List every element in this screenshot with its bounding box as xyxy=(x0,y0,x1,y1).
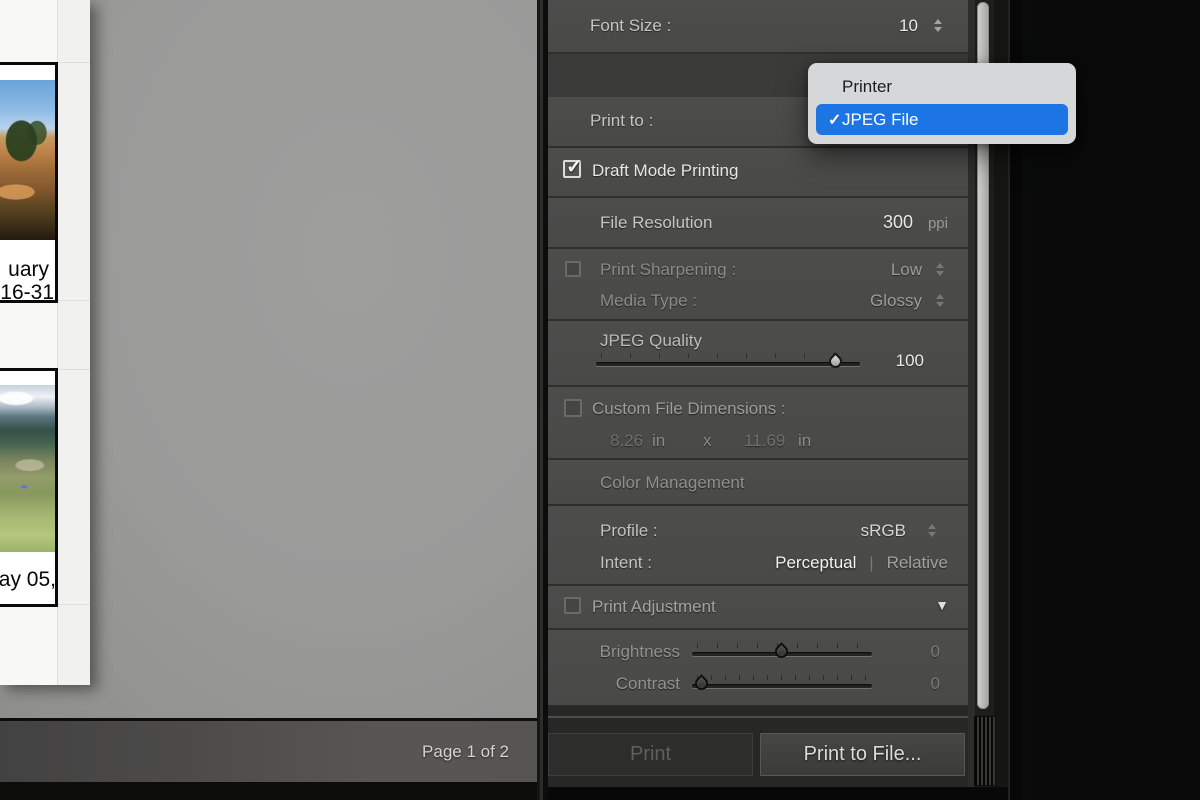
media-type-value[interactable]: Glossy xyxy=(870,291,922,311)
custom-width-value[interactable]: 8.26 xyxy=(610,431,643,451)
jpeg-quality-row: JPEG Quality 100 xyxy=(548,321,968,387)
intent-label: Intent : xyxy=(600,553,652,573)
photo-thumbnail-valley xyxy=(0,385,55,552)
menu-checkmark-icon: ✓ xyxy=(828,110,841,130)
cell-guide-line xyxy=(58,604,90,605)
file-resolution-unit: ppi xyxy=(928,215,948,232)
photo-caption: 016-31 xyxy=(0,281,54,304)
media-type-stepper-icon[interactable] xyxy=(936,294,944,307)
print-preview-canvas: uary 016-31 May 05, xyxy=(0,0,537,718)
print-sharpening-stepper-icon[interactable] xyxy=(936,263,944,276)
cell-guide-line xyxy=(58,62,90,63)
custom-height-unit: in xyxy=(798,431,811,451)
brightness-label: Brightness xyxy=(548,642,680,662)
slider-track[interactable] xyxy=(692,684,872,688)
print-sharpening-label: Print Sharpening : xyxy=(600,260,736,280)
profile-label: Profile : xyxy=(600,521,658,541)
print-preview-page: uary 016-31 May 05, xyxy=(0,0,90,685)
panel-end-line xyxy=(548,716,968,718)
file-resolution-value[interactable]: 300 xyxy=(883,212,913,233)
color-management-label: Color Management xyxy=(600,473,745,493)
contrast-label: Contrast xyxy=(548,674,680,694)
adjustment-sliders-row: Brightness 0 Contrast 0 xyxy=(548,630,968,707)
media-type-label: Media Type : xyxy=(600,291,697,311)
contrast-value[interactable]: 0 xyxy=(931,674,940,694)
sharpening-row: Print Sharpening : Low Media Type : Glos… xyxy=(548,249,968,321)
profile-intent-row: Profile : sRGB Intent : Perceptual | Rel… xyxy=(548,506,968,586)
font-size-value[interactable]: 10 xyxy=(899,16,918,36)
print-sharpening-checkbox[interactable] xyxy=(565,261,581,277)
custom-dimensions-checkbox[interactable] xyxy=(564,399,582,417)
draft-mode-label: Draft Mode Printing xyxy=(592,161,738,181)
jpeg-quality-value[interactable]: 100 xyxy=(896,351,924,371)
font-size-label: Font Size : xyxy=(590,16,671,36)
panel-divider xyxy=(537,0,548,800)
contact-sheet-cell: uary 016-31 xyxy=(0,62,58,303)
cell-guide-line xyxy=(58,300,90,301)
profile-stepper-icon[interactable] xyxy=(928,524,936,537)
print-to-dropdown-menu: Printer ✓ JPEG File xyxy=(808,63,1076,144)
photo-caption: uary xyxy=(8,258,49,281)
jpeg-quality-label: JPEG Quality xyxy=(600,331,702,351)
print-adjustment-checkbox[interactable] xyxy=(564,597,581,614)
brightness-slider[interactable] xyxy=(692,643,872,661)
custom-height-value[interactable]: 11.69 xyxy=(744,431,785,451)
print-adjustment-row: Print Adjustment ▼ xyxy=(548,586,968,630)
profile-value[interactable]: sRGB xyxy=(861,521,906,541)
window-bottom-edge xyxy=(0,782,537,800)
menu-item-jpeg-file[interactable]: ✓ JPEG File xyxy=(816,104,1068,135)
print-to-label: Print to : xyxy=(590,111,653,131)
font-size-row: Font Size : 10 xyxy=(548,0,968,54)
print-adjustment-label: Print Adjustment xyxy=(592,597,716,617)
photo-thumbnail-joshua-tree xyxy=(0,80,55,240)
panel-footer: Print Print to File... xyxy=(548,707,968,787)
print-sharpening-value[interactable]: Low xyxy=(891,260,922,280)
custom-width-unit: in xyxy=(652,431,665,451)
font-size-stepper-icon[interactable] xyxy=(934,19,942,32)
custom-dimensions-label: Custom File Dimensions : xyxy=(592,399,786,419)
menu-item-label: JPEG File xyxy=(842,110,919,130)
slider-ticks xyxy=(697,675,867,680)
toolbar: Page 1 of 2 xyxy=(0,718,537,782)
cell-guide-line xyxy=(58,369,90,370)
panel-grip-texture[interactable] xyxy=(974,716,996,786)
custom-dimensions-row: Custom File Dimensions : 8.26 in x 11.69… xyxy=(548,387,968,460)
draft-mode-row: ✓ Draft Mode Printing xyxy=(548,148,968,198)
jpeg-quality-slider[interactable] xyxy=(596,353,860,371)
menu-item-printer[interactable]: Printer xyxy=(842,73,892,101)
intent-divider: | xyxy=(869,555,873,573)
print-button[interactable]: Print xyxy=(548,733,753,776)
intent-option-relative[interactable]: Relative xyxy=(887,553,948,573)
slider-track[interactable] xyxy=(596,362,860,366)
file-resolution-label: File Resolution xyxy=(600,213,712,233)
contact-sheet-cell: May 05, xyxy=(0,368,58,607)
print-to-file-button[interactable]: Print to File... xyxy=(760,733,965,776)
photo-caption: May 05, xyxy=(0,568,56,591)
intent-options: Perceptual | Relative xyxy=(775,553,948,573)
page-indicator: Page 1 of 2 xyxy=(422,742,509,762)
draft-mode-checkbox[interactable]: ✓ xyxy=(563,160,581,178)
disclosure-triangle-icon[interactable]: ▼ xyxy=(935,597,949,613)
lightroom-print-module: uary 016-31 May 05, Page 1 of 2 Font Siz… xyxy=(0,0,1200,800)
window-bottom-edge-right xyxy=(548,787,1008,800)
dimensions-separator: x xyxy=(703,431,712,451)
color-management-row: Color Management xyxy=(548,460,968,506)
brightness-value[interactable]: 0 xyxy=(931,642,940,662)
intent-option-perceptual[interactable]: Perceptual xyxy=(775,553,856,573)
file-resolution-row: File Resolution 300 ppi xyxy=(548,198,968,249)
contrast-slider[interactable] xyxy=(692,675,872,693)
slider-ticks xyxy=(601,353,855,358)
checkbox-checkmark-icon: ✓ xyxy=(566,154,583,179)
